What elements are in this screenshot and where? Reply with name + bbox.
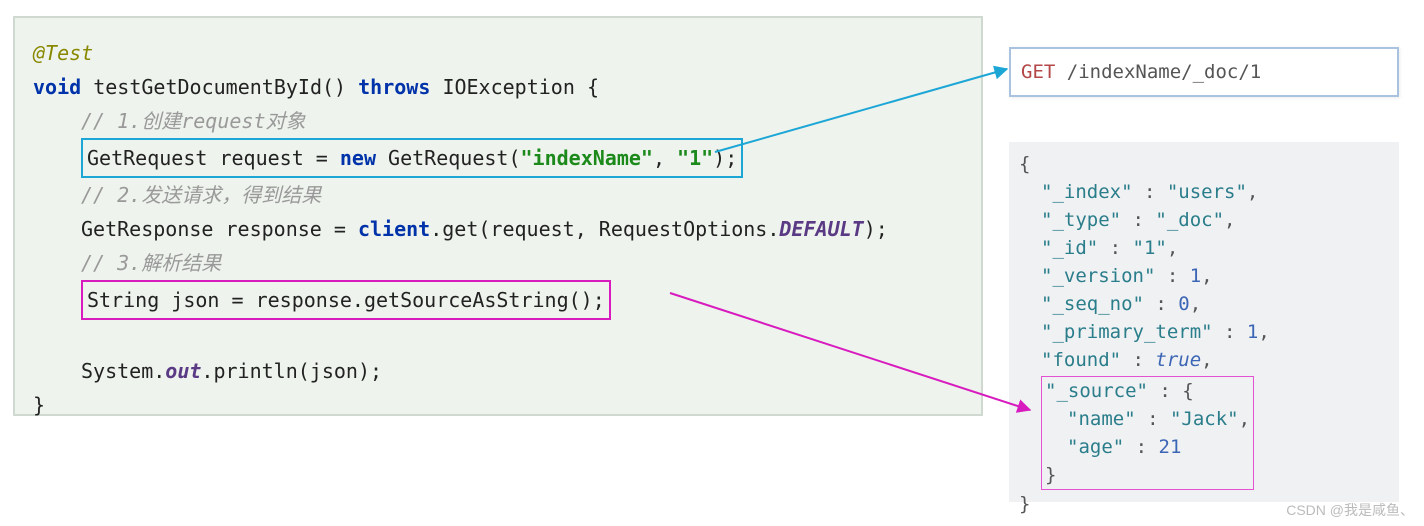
json-response-block: { "_index" : "users", "_type" : "_doc", … [1009,142,1399,502]
v-age: 21 [1159,436,1182,458]
v-type: "_doc" [1155,209,1224,231]
out-field: out [165,359,201,383]
comment-1: // 1.创建request对象 [81,109,306,133]
k-source: "_source" [1045,380,1148,402]
v-seqno: 0 [1178,293,1189,315]
java-code-block: @Test void testGetDocumentById() throws … [13,16,983,416]
k-index: "_index" [1041,181,1133,203]
resp-mid: .get(request, RequestOptions. [430,217,779,241]
source-box: "_source" : { "name" : "Jack", "age" : 2… [1041,376,1254,490]
parse-result-box: String json = response.getSourceAsString… [81,280,611,320]
get-request-box: GET /indexName/_doc/1 [1009,47,1399,97]
k-name: "name" [1067,408,1136,430]
k-version: "_version" [1041,265,1155,287]
comment-3: // 3.解析结果 [81,251,221,275]
k-id: "_id" [1041,237,1098,259]
brace-close: } [33,393,45,417]
line-json: String json = response.getSourceAsString… [87,288,605,312]
v-index: "users" [1167,181,1247,203]
resp-pre: GetResponse response = [81,217,358,241]
str-id: "1" [677,146,713,170]
k-type: "_type" [1041,209,1121,231]
json-open: { [1019,153,1030,175]
k-seqno: "_seq_no" [1041,293,1144,315]
k-primary: "_primary_term" [1041,321,1213,343]
str-indexname: "indexName" [521,146,653,170]
exception-type: IOException [442,75,574,99]
req-end: ); [713,146,737,170]
client: client [358,217,430,241]
watermark: CSDN @我是咸鱼、 [1286,500,1414,520]
sysout-post: .println(json); [201,359,382,383]
v-version: 1 [1190,265,1201,287]
req-pre: GetRequest request = [87,146,340,170]
default-const: DEFAULT [779,217,863,241]
resp-end: ); [864,217,888,241]
v-primary: 1 [1247,321,1258,343]
kw-new: new [340,146,376,170]
sysout-pre: System. [81,359,165,383]
k-age: "age" [1067,436,1124,458]
v-found: true [1155,349,1201,371]
req-type: GetRequest( [376,146,521,170]
json-close: } [1019,493,1030,515]
v-name: "Jack" [1170,408,1239,430]
comma: , [653,146,677,170]
create-request-box: GetRequest request = new GetRequest("ind… [81,138,743,178]
kw-void: void [33,75,81,99]
brace-open: { [587,75,599,99]
http-method: GET [1021,61,1055,83]
kw-throws: throws [358,75,430,99]
v-id: "1" [1133,237,1167,259]
annotation-test: @Test [33,41,93,65]
http-path: /indexName/_doc/1 [1055,61,1261,83]
method-name: testGetDocumentById() [93,75,346,99]
comment-2: // 2.发送请求，得到结果 [81,183,321,207]
k-found: "found" [1041,349,1121,371]
